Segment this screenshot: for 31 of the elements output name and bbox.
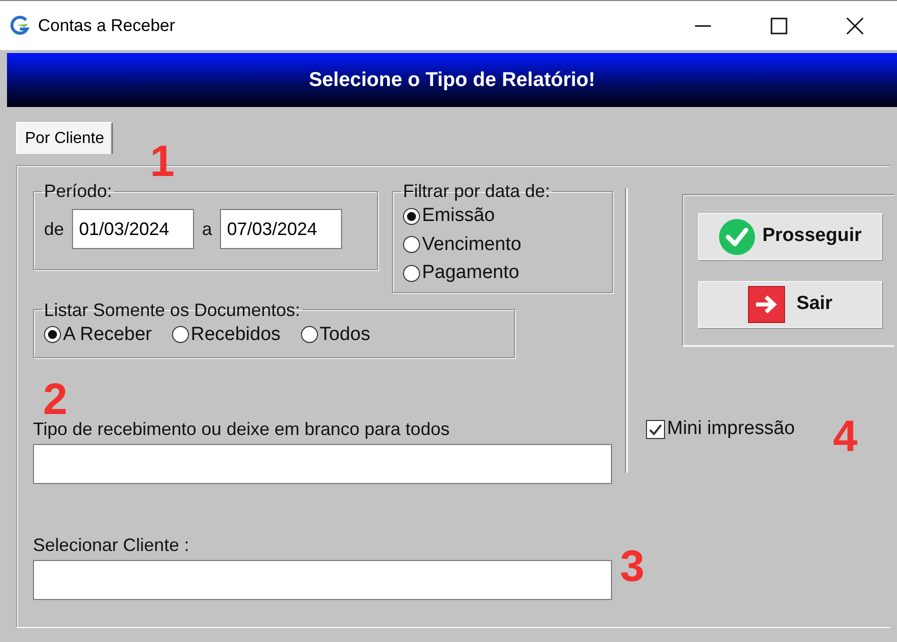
radio-option[interactable]: Emissão xyxy=(403,202,602,230)
payment-type-field[interactable] xyxy=(33,444,612,484)
maximize-icon xyxy=(770,16,788,34)
close-icon xyxy=(846,16,864,34)
date-from-field[interactable]: 01/03/2024 xyxy=(72,209,194,249)
client-field[interactable] xyxy=(33,560,612,600)
field-label: Selecionar Cliente : xyxy=(33,534,190,557)
radio-option[interactable]: Todos xyxy=(300,320,370,349)
check-circle-icon xyxy=(718,218,756,256)
window-title: Contas a Receber xyxy=(38,14,176,37)
from-label: de xyxy=(44,218,64,240)
app-logo-icon xyxy=(8,14,30,36)
date-to-field[interactable]: 07/03/2024 xyxy=(220,209,342,249)
tab[interactable]: Por Cliente xyxy=(16,122,114,154)
annotation-number: 4 xyxy=(833,415,858,459)
proceed-button[interactable]: Prosseguir xyxy=(698,213,882,260)
checkbox[interactable] xyxy=(646,420,665,439)
radio-option[interactable]: Recebidos xyxy=(172,320,281,349)
to-label: a xyxy=(202,218,212,240)
annotation-number: 1 xyxy=(150,140,174,184)
group-label: Período: xyxy=(43,180,114,202)
radio-option[interactable]: Pagamento xyxy=(403,259,602,288)
minimize-icon xyxy=(694,24,712,26)
radio-option[interactable]: A Receber xyxy=(44,320,152,349)
checkbox-label[interactable]: Mini impressão xyxy=(667,415,795,444)
group-label: Listar Somente os Documentos: xyxy=(43,298,302,320)
group-label: Filtrar por data de: xyxy=(402,180,552,202)
exit-button[interactable]: Sair xyxy=(698,281,882,328)
radio-option[interactable]: Vencimento xyxy=(403,230,602,259)
report-type-header: Selecione o Tipo de Relatório! xyxy=(7,53,897,107)
annotation-number: 3 xyxy=(620,545,644,589)
